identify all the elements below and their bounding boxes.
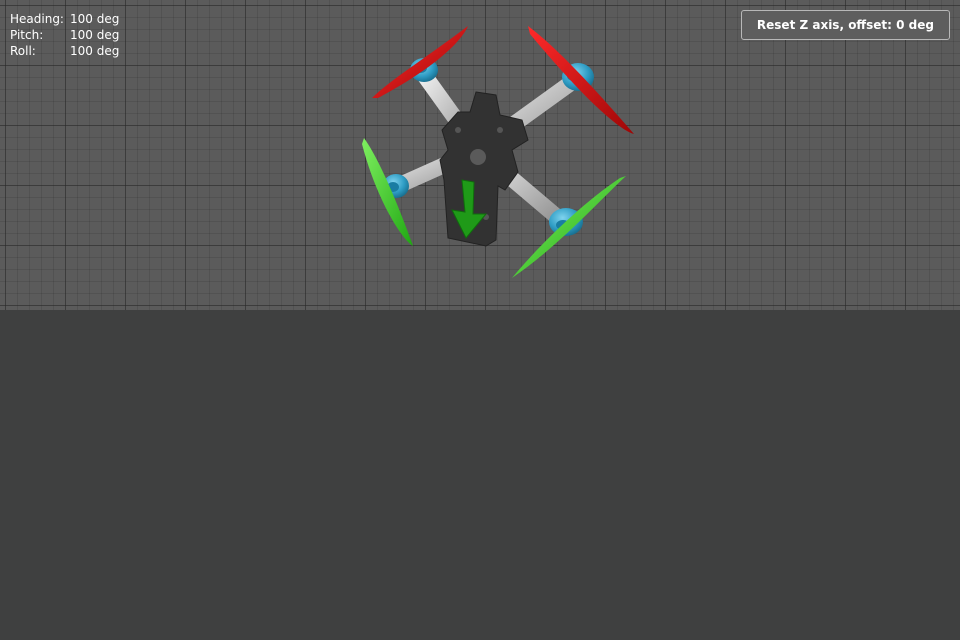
heading-value: 100 deg [70,12,120,26]
lower-panel [0,310,960,640]
pitch-row: Pitch: 100 deg [10,27,119,43]
roll-label: Roll: [10,44,36,58]
heading-row: Heading: 100 deg [10,11,119,27]
pitch-value: 100 deg [70,28,120,42]
pitch-label: Pitch: [10,28,44,42]
attitude-readout: Heading: 100 deg Pitch: 100 deg Roll: 10… [10,11,119,59]
attitude-viewer: Heading: 100 deg Pitch: 100 deg Roll: 10… [0,0,960,640]
heading-label: Heading: [10,12,64,26]
frame-bolt [455,127,461,133]
roll-value: 100 deg [70,44,120,58]
propeller-front-right [528,26,634,134]
reset-z-axis-button[interactable]: Reset Z axis, offset: 0 deg [740,10,950,40]
roll-row: Roll: 100 deg [10,43,119,59]
propeller-front-left [372,26,468,98]
quadcopter-model [362,26,634,278]
frame-center-hole [470,149,486,165]
model-viewport[interactable]: Heading: 100 deg Pitch: 100 deg Roll: 10… [0,0,960,310]
frame-bolt [497,127,503,133]
